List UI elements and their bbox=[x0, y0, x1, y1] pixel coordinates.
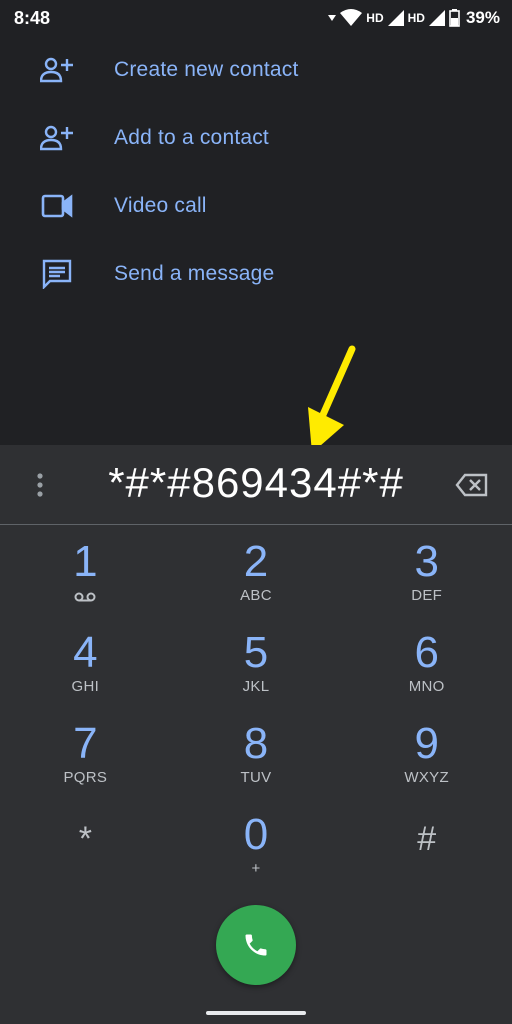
keypad-row: 4 GHI 5 JKL 6 MNO bbox=[0, 628, 512, 719]
key-digit: 7 bbox=[73, 719, 98, 768]
battery-percent: 39% bbox=[465, 8, 500, 27]
dialed-digits[interactable]: *#*#869434#*# bbox=[66, 459, 446, 507]
key-digit: 2 bbox=[243, 537, 269, 586]
keypad-row: 1 2 ABC 3 DEF bbox=[0, 537, 512, 628]
signal-icon-1 bbox=[387, 10, 404, 26]
key-2[interactable]: 2 ABC bbox=[171, 537, 342, 628]
key-0[interactable]: 0 + bbox=[171, 810, 342, 901]
key-letters: PQRS bbox=[63, 769, 108, 786]
key-letters: DEF bbox=[411, 587, 443, 604]
key-letters: JKL bbox=[242, 678, 270, 695]
status-icons: HD HD 39% bbox=[328, 8, 500, 28]
key-digit: 5 bbox=[243, 628, 269, 677]
key-letters: TUV bbox=[240, 769, 272, 786]
backspace-button[interactable] bbox=[452, 469, 492, 501]
more-vert-icon bbox=[37, 473, 43, 497]
status-bar: 8:48 HD HD 39% bbox=[0, 0, 512, 36]
key-9[interactable]: 9 WXYZ bbox=[341, 719, 512, 810]
add-person-icon bbox=[40, 55, 74, 85]
key-digit: 9 bbox=[414, 719, 439, 768]
action-list: Create new contact Add to a contact Vide… bbox=[0, 36, 512, 308]
key-5[interactable]: 5 JKL bbox=[171, 628, 342, 719]
key-digit: 0 bbox=[243, 810, 269, 859]
action-label: Video call bbox=[114, 194, 207, 217]
key-symbol: * bbox=[78, 820, 92, 858]
key-digit: 4 bbox=[73, 628, 98, 677]
call-button[interactable] bbox=[216, 905, 296, 985]
voicemail-icon bbox=[74, 587, 96, 607]
keypad-row: 7 PQRS 8 TUV 9 WXYZ bbox=[0, 719, 512, 810]
key-7[interactable]: 7 PQRS bbox=[0, 719, 171, 810]
hd-badge-2: HD bbox=[407, 11, 425, 25]
video-call-item[interactable]: Video call bbox=[0, 172, 512, 240]
key-letters: WXYZ bbox=[404, 769, 449, 786]
key-8[interactable]: 8 TUV bbox=[171, 719, 342, 810]
annotation-arrow-icon bbox=[308, 345, 356, 453]
key-digit: 3 bbox=[414, 537, 439, 586]
key-symbol: # bbox=[417, 820, 437, 858]
add-person-icon bbox=[40, 123, 74, 153]
key-digit: 1 bbox=[73, 537, 98, 586]
gesture-nav-handle[interactable] bbox=[206, 1011, 306, 1015]
add-to-contact-item[interactable]: Add to a contact bbox=[0, 104, 512, 172]
key-star[interactable]: * bbox=[0, 810, 171, 901]
key-digit: 8 bbox=[243, 719, 269, 768]
message-icon bbox=[40, 259, 74, 289]
action-label: Add to a contact bbox=[114, 126, 269, 149]
action-label: Create new contact bbox=[114, 58, 299, 81]
digits-row: *#*#869434#*# bbox=[0, 445, 512, 525]
phone-icon bbox=[245, 934, 267, 956]
key-3[interactable]: 3 DEF bbox=[341, 537, 512, 628]
video-camera-icon bbox=[40, 191, 74, 221]
keypad: 1 2 ABC 3 DEF 4 GHI 5 JKL 6 MNO 7 PQRS 8… bbox=[0, 537, 512, 901]
battery-icon bbox=[449, 9, 460, 27]
data-arrow-icon bbox=[328, 15, 337, 21]
key-letters: GHI bbox=[71, 678, 100, 695]
key-letters: ABC bbox=[240, 587, 272, 604]
key-hash[interactable]: # bbox=[341, 810, 512, 901]
action-label: Send a message bbox=[114, 262, 275, 285]
signal-icon-2 bbox=[428, 10, 445, 26]
key-digit: 6 bbox=[414, 628, 439, 677]
key-4[interactable]: 4 GHI bbox=[0, 628, 171, 719]
dialpad-sheet: *#*#869434#*# 1 2 ABC 3 DEF 4 GHI 5 JKL … bbox=[0, 445, 512, 1024]
status-time: 8:48 bbox=[14, 7, 51, 28]
key-letters: MNO bbox=[408, 678, 445, 695]
backspace-icon bbox=[455, 473, 488, 497]
key-6[interactable]: 6 MNO bbox=[341, 628, 512, 719]
hd-badge-1: HD bbox=[366, 11, 384, 25]
key-1[interactable]: 1 bbox=[0, 537, 171, 628]
send-message-item[interactable]: Send a message bbox=[0, 240, 512, 308]
key-letters: + bbox=[251, 860, 261, 877]
create-new-contact-item[interactable]: Create new contact bbox=[0, 36, 512, 104]
wifi-icon bbox=[340, 9, 363, 26]
keypad-row: * 0 + # bbox=[0, 810, 512, 901]
overflow-menu-button[interactable] bbox=[26, 471, 54, 499]
